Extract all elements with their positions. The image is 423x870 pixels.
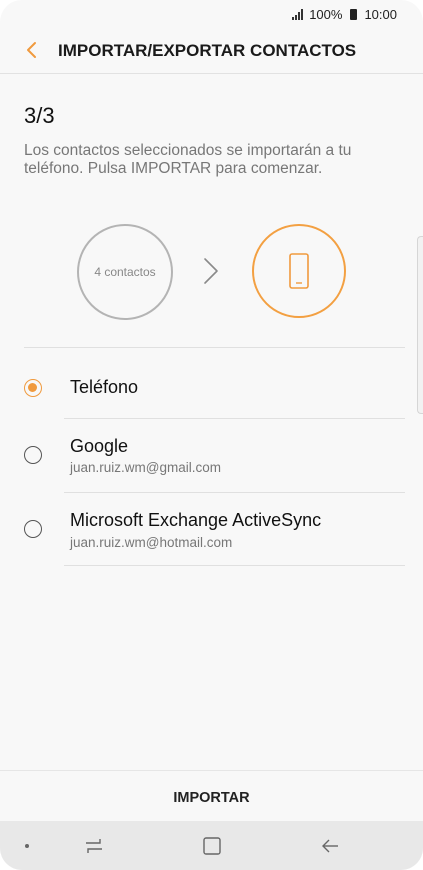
app-header: IMPORTAR/EXPORTAR CONTACTOS bbox=[0, 28, 423, 74]
option-label: Microsoft Exchange ActiveSync bbox=[70, 510, 322, 530]
chevron-left-icon[interactable] bbox=[22, 40, 42, 60]
import-button[interactable]: IMPORTAR bbox=[0, 780, 423, 816]
source-circle: 4 contactos bbox=[77, 224, 173, 320]
back-arrow-icon[interactable] bbox=[320, 837, 340, 855]
option-google[interactable]: Google juan.ruiz.wm@gmail.com bbox=[0, 419, 423, 492]
home-icon[interactable] bbox=[202, 836, 222, 856]
phone-icon bbox=[289, 253, 309, 289]
radio-button[interactable] bbox=[24, 446, 42, 464]
step-description: Los contactos seleccionados se importará… bbox=[24, 142, 352, 177]
navigation-bar bbox=[0, 821, 423, 870]
recent-apps-icon[interactable] bbox=[84, 837, 104, 855]
edge-panel-handle[interactable] bbox=[417, 236, 423, 414]
signal-icon bbox=[292, 8, 304, 20]
battery-percent: 100% bbox=[309, 6, 343, 22]
divider bbox=[24, 347, 405, 348]
option-account: juan.ruiz.wm@hotmail.com bbox=[70, 535, 233, 550]
screen: 100% 10:00 IMPORTAR/EXPORTAR CONTACTOS 3… bbox=[0, 0, 423, 870]
divider bbox=[64, 565, 405, 566]
status-time: 10:00 bbox=[364, 6, 397, 22]
chevron-right-icon bbox=[204, 258, 218, 284]
target-circle bbox=[252, 224, 346, 318]
step-counter: 3/3 bbox=[24, 103, 55, 128]
battery-icon bbox=[350, 8, 358, 20]
nav-dot-icon bbox=[25, 844, 29, 848]
radio-button[interactable] bbox=[24, 520, 42, 538]
option-exchange[interactable]: Microsoft Exchange ActiveSync juan.ruiz.… bbox=[0, 493, 423, 565]
option-telefono[interactable]: Teléfono bbox=[0, 349, 423, 419]
option-account: juan.ruiz.wm@gmail.com bbox=[70, 460, 221, 475]
radio-button-selected[interactable] bbox=[24, 379, 42, 397]
divider bbox=[0, 770, 423, 771]
option-label: Teléfono bbox=[70, 377, 139, 397]
page-title: IMPORTAR/EXPORTAR CONTACTOS bbox=[58, 41, 357, 60]
source-label: 4 contactos bbox=[94, 265, 156, 279]
status-bar: 100% 10:00 bbox=[0, 0, 423, 28]
option-label: Google bbox=[70, 436, 129, 456]
